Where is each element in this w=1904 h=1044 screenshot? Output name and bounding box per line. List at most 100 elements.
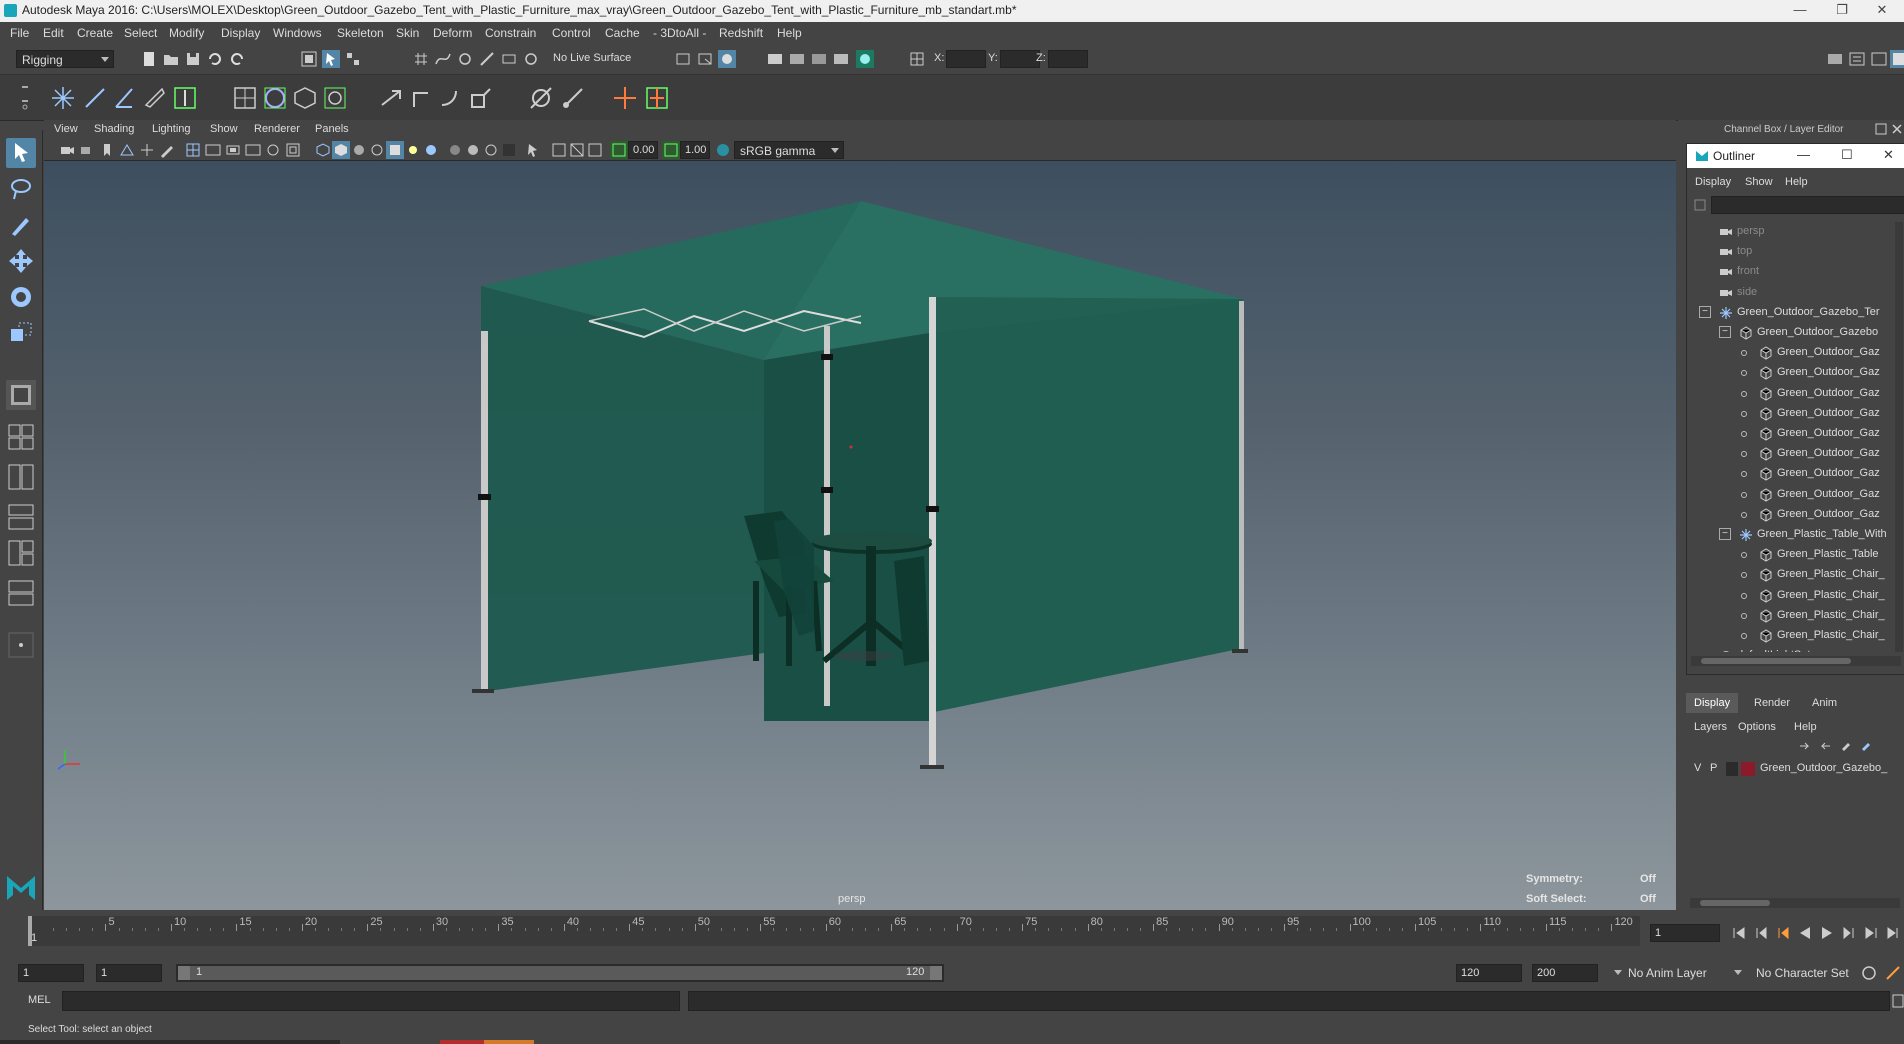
layer-tab-display[interactable]: Display [1686,693,1739,713]
exposure-icon[interactable] [610,141,628,159]
goto-start-icon[interactable] [1730,924,1748,942]
wireframe-icon[interactable] [314,141,332,159]
snap-curve-icon[interactable] [434,50,452,68]
wireframe-on-shaded-icon[interactable] [368,141,386,159]
panel-menu-renderer[interactable]: Renderer [254,123,300,135]
wrap-deformer-icon[interactable] [322,85,348,111]
menu-3dtoall[interactable]: - 3DtoAll - [653,26,706,40]
outliner-item[interactable]: Green_Outdoor_Gaz [1687,343,1897,363]
ik-spline-icon[interactable] [112,85,138,111]
scale-tool-icon[interactable] [6,318,36,348]
outliner-minimize-button[interactable]: — [1797,147,1810,162]
persp-outliner-layout-icon[interactable] [6,502,36,532]
playback-end-field[interactable]: 120 [1456,964,1522,982]
step-forward-icon[interactable] [1862,924,1880,942]
layer-menu-options[interactable]: Options [1738,721,1776,733]
persp-viewport[interactable]: persp Symmetry: Off Soft Select: Off [44,161,1676,910]
film-gate-icon[interactable] [204,141,222,159]
xray-icon[interactable] [446,141,464,159]
pole-vector-constraint-icon[interactable] [560,85,586,111]
outliner-item[interactable]: Green_Outdoor_Gaz [1687,384,1897,404]
point-constraint-icon[interactable] [378,85,404,111]
layer-visibility-toggle[interactable]: V [1694,762,1701,774]
outliner-expander-icon[interactable]: − [1719,528,1731,540]
select-camera-icon[interactable] [58,141,76,159]
camera-attributes-icon[interactable] [78,141,96,159]
time-slider[interactable]: 5 10 15 20 25 30 35 40 45 50 55 60 65 70 75 80 85 90 95 100… [0,910,1904,958]
locator-icon[interactable] [612,85,638,111]
orient-constraint-icon[interactable] [438,85,464,111]
outliner-item[interactable]: Green_Plastic_Chair_ [1687,565,1897,585]
menu-skin[interactable]: Skin [396,26,419,40]
resolution-gate-icon[interactable] [224,141,242,159]
live-surface-label[interactable]: No Live Surface [553,52,631,64]
field-chart-icon[interactable] [264,141,282,159]
cluster-icon[interactable] [232,85,258,111]
animation-start-field[interactable]: 1 [18,964,84,982]
paint-select-tool-icon[interactable] [6,210,36,240]
outliner-item[interactable]: Green_Outdoor_Gaz [1687,464,1897,484]
play-backwards-icon[interactable] [1796,924,1814,942]
rotate-tool-icon[interactable] [6,282,36,312]
motion-blur-icon[interactable] [500,141,518,159]
menu-edit[interactable]: Edit [43,26,64,40]
layer-hscroll-thumb[interactable] [1700,900,1770,906]
snap-view-icon[interactable] [478,50,496,68]
parent-constraint-icon[interactable] [408,85,434,111]
animation-end-field[interactable]: 200 [1532,964,1598,982]
input-ops-icon[interactable] [696,50,714,68]
menu-help[interactable]: Help [777,26,802,40]
menu-set-dropdown[interactable]: Rigging [16,50,114,68]
menu-file[interactable]: File [10,26,29,40]
2d-pan-zoom-icon[interactable] [138,141,156,159]
auto-key-icon[interactable] [1860,964,1878,982]
select-object-icon[interactable] [322,50,340,68]
script-editor-icon[interactable] [1892,992,1904,1010]
new-layer-selected-icon[interactable] [1860,739,1874,753]
outliner-item[interactable]: side [1687,283,1897,303]
lattice-icon[interactable] [262,85,288,111]
aim-constraint-icon[interactable] [528,85,554,111]
toolbox-more-icon[interactable] [6,630,36,660]
render-settings-icon[interactable] [832,50,850,68]
outliner-item[interactable]: Green_Outdoor_Gaz [1687,485,1897,505]
two-panel-layout-icon[interactable] [6,462,36,492]
maximize-button[interactable]: ❐ [1822,2,1862,20]
panel-menu-shading[interactable]: Shading [94,123,134,135]
hypershade-layout-icon[interactable] [6,578,36,608]
grid-toggle-icon[interactable] [184,141,202,159]
gamma-icon[interactable] [662,141,680,159]
menu-select[interactable]: Select [124,26,157,40]
layer-playback-toggle[interactable]: P [1710,762,1717,774]
transform-mode-icon[interactable] [908,50,926,68]
safe-action-icon[interactable] [284,141,302,159]
ambient-occlusion-icon[interactable] [482,141,500,159]
step-back-key-icon[interactable] [1774,924,1792,942]
current-frame-field[interactable]: 1 [1650,924,1720,942]
color-management-icon[interactable] [714,141,732,159]
live-surface-icon[interactable] [522,50,540,68]
outliner-maximize-button[interactable]: ☐ [1841,147,1853,163]
hik-character-icon[interactable] [644,85,670,111]
outliner-item[interactable]: Green_Outdoor_Gaz [1687,424,1897,444]
xray-joints-icon[interactable] [464,141,482,159]
render-frame-icon[interactable] [788,50,806,68]
new-empty-layer-icon[interactable] [1840,739,1854,753]
outliner-item[interactable]: Green_Outdoor_Gaz [1687,505,1897,525]
move-tool-icon[interactable] [6,246,36,276]
menu-cache[interactable]: Cache [605,26,640,40]
outliner-item[interactable]: persp [1687,222,1897,242]
new-scene-icon[interactable] [140,50,158,68]
shelf-tabs-handle-icon[interactable] [20,81,30,111]
outliner-item[interactable]: − Green_Plastic_Table_With [1687,525,1897,545]
outliner-item[interactable]: − Green_Outdoor_Gazebo_Ter [1687,303,1897,323]
panel-menu-view[interactable]: View [54,123,78,135]
menu-skeleton[interactable]: Skeleton [337,26,384,40]
play-forwards-icon[interactable] [1818,924,1836,942]
layer-tab-render[interactable]: Render [1746,693,1798,713]
x-coord-field[interactable] [946,50,986,68]
menu-deform[interactable]: Deform [433,26,472,40]
shadows-icon[interactable] [422,141,440,159]
lasso-tool-icon[interactable] [6,174,36,204]
attribute-editor-icon[interactable] [1848,50,1866,68]
